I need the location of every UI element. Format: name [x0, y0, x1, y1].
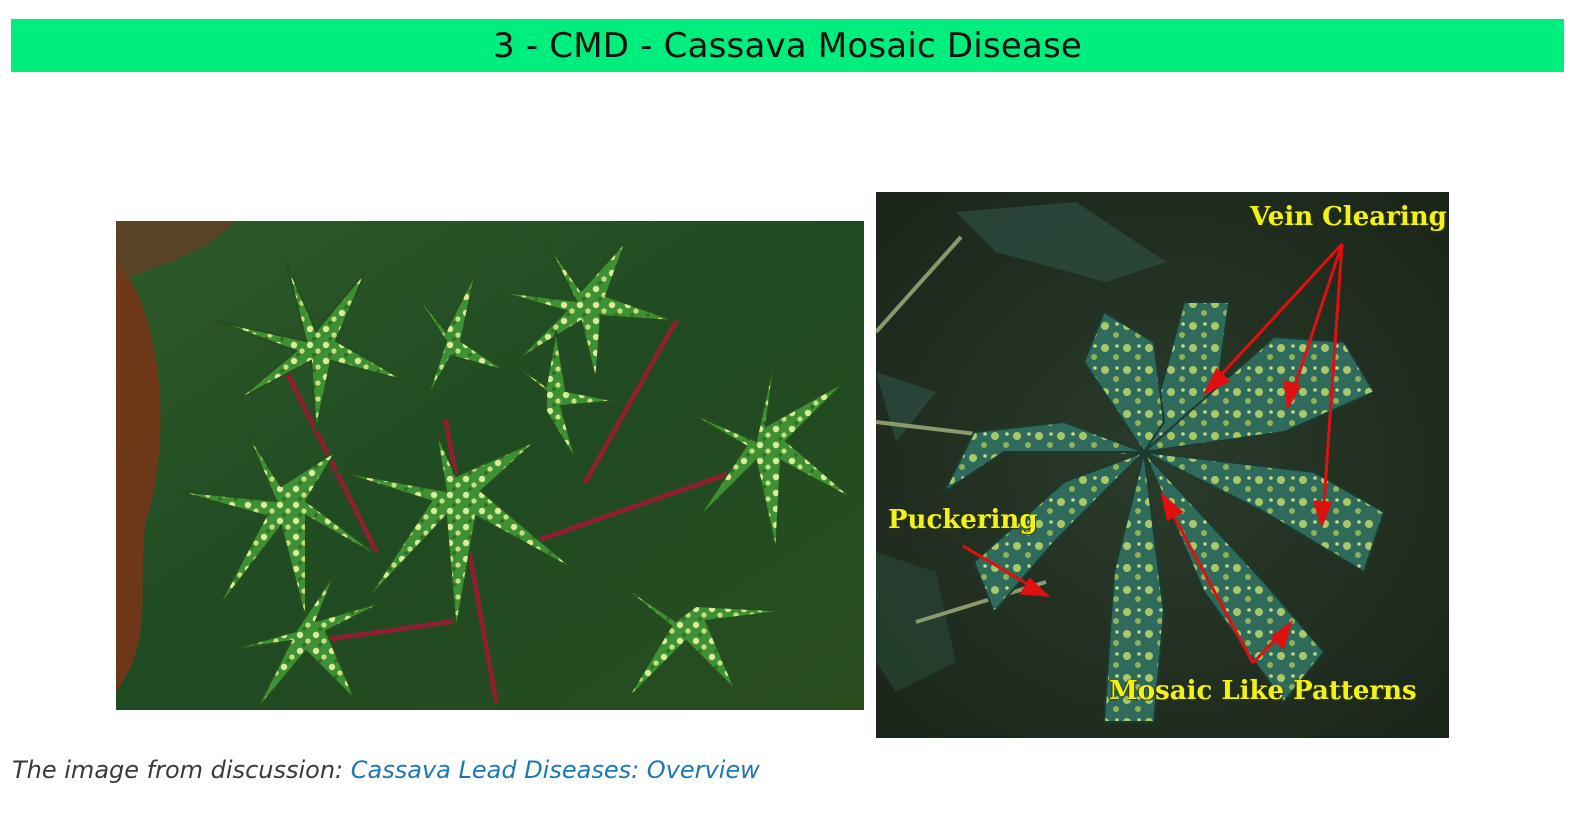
label-mosaic-patterns: Mosaic Like Patterns: [1109, 676, 1417, 706]
cassava-plants-photo: [116, 221, 864, 710]
caption-prefix: The image from discussion:: [12, 756, 351, 784]
title-banner: 3 - CMD - Cassava Mosaic Disease: [11, 19, 1564, 72]
discussion-link[interactable]: Cassava Lead Diseases: Overview: [351, 756, 760, 784]
annotated-leaf-photo: Vein Clearing Puckering Mosaic Like Patt…: [876, 192, 1449, 738]
page-title: 3 - CMD - Cassava Mosaic Disease: [492, 25, 1082, 66]
label-vein-clearing: Vein Clearing: [1250, 202, 1447, 232]
label-puckering: Puckering: [888, 505, 1038, 535]
image-caption: The image from discussion: Cassava Lead …: [12, 756, 760, 784]
